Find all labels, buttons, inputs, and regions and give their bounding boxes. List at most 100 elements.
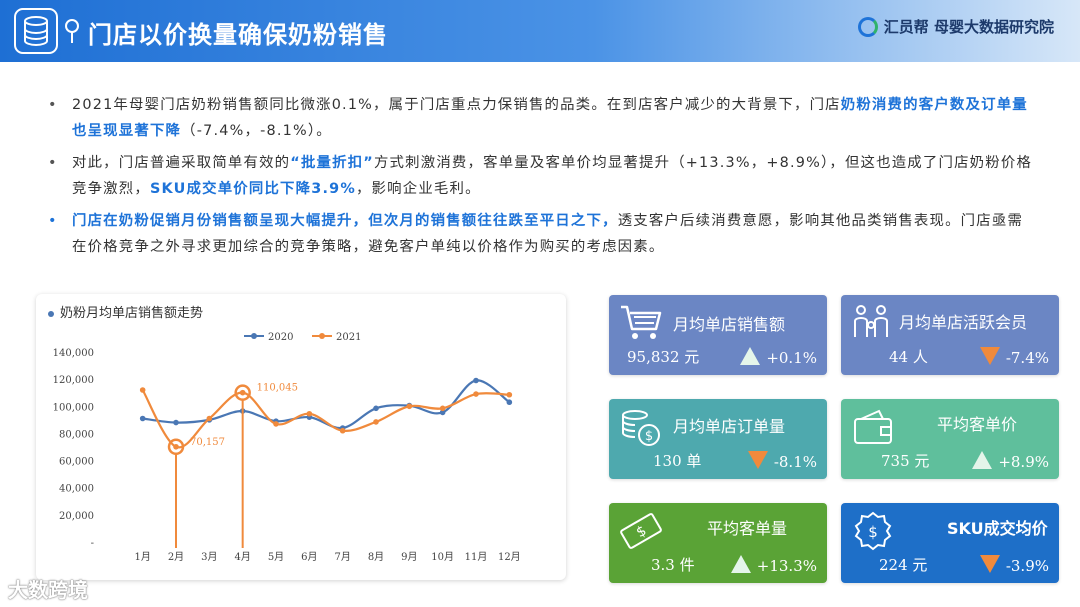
kpi-label: 月均单店活跃会员 <box>899 313 1028 332</box>
kpi-label: 平均客单量 <box>707 519 788 538</box>
kpi-value: 130 单 <box>653 452 702 470</box>
x-tick-label: 11月 <box>465 551 488 563</box>
arrow-up-icon <box>740 347 761 365</box>
x-tick-label: 7月 <box>334 551 350 563</box>
kpi-change: -3.9% <box>979 555 1049 575</box>
data-point-2020 <box>506 399 513 406</box>
brand-logo: 汇员帮 母婴大数据研究院 <box>857 16 1054 37</box>
data-point-2020 <box>473 377 479 384</box>
kpi-card-orders: $ 月均单店订单量 130 单 -8.1% <box>609 399 827 479</box>
kpi-card-active-members: 月均单店活跃会员 44 人 -7.4% <box>841 295 1059 375</box>
database-icon <box>14 8 58 54</box>
svg-text:$: $ <box>868 523 878 541</box>
x-tick-label: 5月 <box>268 551 284 563</box>
y-tick-label: 20,000 <box>59 511 94 522</box>
bullet-2-highlight: “批量折扣” <box>290 155 374 171</box>
dollar-badge-icon: $ <box>854 511 892 551</box>
kpi-change: -7.4% <box>979 347 1049 367</box>
data-point-2021 <box>373 419 379 425</box>
data-point-2021 <box>473 391 479 397</box>
kpi-change: -8.1% <box>747 451 817 471</box>
kpi-card-avg-sales: 月均单店销售额 95,832 元 +0.1% <box>609 295 827 375</box>
y-tick-label: 80,000 <box>59 429 94 440</box>
x-tick-label: 6月 <box>301 551 317 563</box>
kpi-value: 224 元 <box>879 556 928 574</box>
data-point-2020 <box>373 405 379 412</box>
x-tick-label: 12月 <box>498 551 521 563</box>
bullet-2: 对此，门店普遍采取简单有效的“批量折扣”方式刺激消费，客单量及客单价均显著提升（… <box>48 150 1038 202</box>
kpi-change-value: -7.4% <box>1005 349 1049 367</box>
x-tick-label: 9月 <box>401 551 417 563</box>
data-point-2021 <box>306 410 313 417</box>
legend-label: 2021 <box>336 332 361 343</box>
legend-marker <box>251 333 257 339</box>
summary-bullets: 2021年母婴门店奶粉销售额同比微涨0.1%，属于门店重点力保销售的品类。在到店… <box>48 92 1038 266</box>
brand-name: 汇员帮 母婴大数据研究院 <box>883 18 1054 36</box>
kpi-change-value: +8.9% <box>998 453 1049 471</box>
annotation-label: 70,157 <box>190 437 225 448</box>
data-point-2021 <box>339 427 346 434</box>
arrow-up-icon <box>972 451 993 469</box>
kpi-card-sku-price: $ SKU成交均价 224 元 -3.9% <box>841 503 1059 583</box>
shopping-cart-icon <box>621 305 662 339</box>
kpi-label: 平均客单价 <box>937 415 1018 434</box>
x-tick-label: 2月 <box>168 551 184 563</box>
bullet-2-tail: ，影响企业毛利。 <box>355 181 481 197</box>
bullet-2-text: 对此，门店普遍采取简单有效的 <box>72 155 291 171</box>
data-point-2021 <box>139 387 146 393</box>
data-point-2021 <box>173 443 179 450</box>
footer-watermark: 大数跨境 <box>8 578 88 602</box>
kpi-change-value: +13.3% <box>756 557 817 575</box>
data-point-2021 <box>206 415 213 422</box>
header-bar: 门店以价换量确保奶粉销售 汇员帮 母婴大数据研究院 <box>0 0 1080 62</box>
x-tick-label: 10月 <box>431 551 454 563</box>
kpi-card-avg-price: 平均客单价 735 元 +8.9% <box>841 399 1059 479</box>
kpi-value: 44 人 <box>889 348 928 366</box>
data-point-2021 <box>406 403 413 410</box>
coins-icon: $ <box>622 410 660 446</box>
x-tick-label: 4月 <box>234 551 250 563</box>
kpi-label: 月均单店订单量 <box>673 417 786 436</box>
data-point-2020 <box>139 415 146 422</box>
data-point-2021 <box>506 391 513 398</box>
annotation-label: 110,045 <box>257 383 298 394</box>
bullet-1: 2021年母婴门店奶粉销售额同比微涨0.1%，属于门店重点力保销售的品类。在到店… <box>48 92 1038 144</box>
data-point-2021 <box>239 389 246 396</box>
kpi-change-value: -8.1% <box>773 453 817 471</box>
y-tick-label: 140,000 <box>53 348 94 359</box>
data-point-2020 <box>173 419 179 426</box>
chart-canvas: - 20,000 40,000 60,000 80,000 100,000 120,000 1… <box>53 332 521 563</box>
x-tick-label: 3月 <box>201 551 217 563</box>
bullet-1-text: 2021年母婴门店奶粉销售额同比微涨0.1%，属于门店重点力保销售的品类。在到店… <box>72 97 841 113</box>
kpi-change: +13.3% <box>730 555 817 575</box>
kpi-value: 3.3 件 <box>651 556 695 574</box>
bullet-1-tail: （-7.4%，-8.1%）。 <box>181 123 332 139</box>
pin-icon <box>65 19 79 43</box>
wallet-icon <box>854 409 892 444</box>
arrow-down-icon <box>979 347 1000 365</box>
bullet-3: 门店在奶粉促销月份销售额呈现大幅提升，但次月的销售额往往跌至平日之下，透支客户后… <box>48 208 1038 260</box>
money-bill-icon: $ <box>620 513 662 549</box>
kpi-label: 月均单店销售额 <box>673 315 786 334</box>
kpi-change-value: +0.1% <box>766 349 817 367</box>
chart-title: 奶粉月均单店销售额走势 <box>48 302 203 321</box>
kpi-value: 735 元 <box>881 452 930 470</box>
arrow-up-icon <box>730 555 751 573</box>
legend-label: 2020 <box>268 332 293 343</box>
brand-mark-icon <box>857 16 878 37</box>
family-icon <box>854 305 888 337</box>
bullet-3-highlight: 门店在奶粉促销月份销售额呈现大幅提升，但次月的销售额往往跌至平日之下， <box>72 213 618 229</box>
sales-trend-chart: - 20,000 40,000 60,000 80,000 100,000 120,000 1… <box>36 294 566 580</box>
kpi-value: 95,832 元 <box>627 348 700 366</box>
kpi-change-value: -3.9% <box>1005 557 1049 575</box>
data-point-2021 <box>439 405 446 412</box>
svg-text:$: $ <box>645 429 653 444</box>
y-tick-label: 120,000 <box>53 375 94 386</box>
kpi-change: +0.1% <box>740 347 817 367</box>
bullet-2-highlight-2: SKU成交单价同比下降3.9% <box>149 181 356 197</box>
y-tick-label: 40,000 <box>59 484 94 495</box>
y-tick-label: 100,000 <box>53 402 94 413</box>
x-tick-label: 8月 <box>368 551 384 563</box>
arrow-down-icon <box>747 451 768 469</box>
kpi-change: +8.9% <box>972 451 1049 471</box>
